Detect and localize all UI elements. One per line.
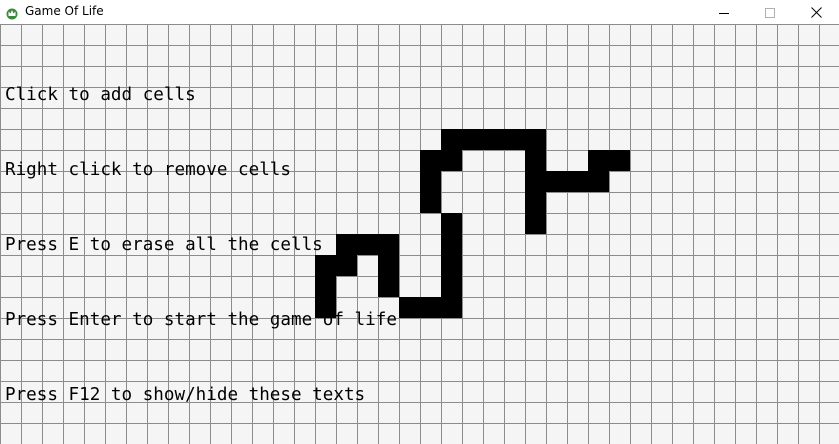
minimize-button[interactable] [701, 0, 747, 24]
crown-icon [5, 5, 19, 20]
close-icon [810, 3, 822, 22]
live-cell[interactable] [441, 255, 462, 276]
help-line-erase: Press E to erase all the cells [5, 235, 323, 255]
game-grid[interactable]: Click to add cells Right click to remove… [0, 24, 839, 444]
live-cell[interactable] [420, 171, 441, 192]
live-cell[interactable] [546, 171, 567, 192]
live-cell[interactable] [525, 213, 546, 234]
live-cell[interactable] [525, 150, 546, 171]
live-cell[interactable] [525, 192, 546, 213]
live-cell[interactable] [567, 171, 588, 192]
help-text: Click to add cells Right click to remove… [5, 33, 397, 444]
live-cell[interactable] [441, 297, 462, 318]
close-button[interactable] [793, 0, 839, 24]
live-cell[interactable] [441, 234, 462, 255]
live-cell[interactable] [420, 150, 441, 171]
minimize-icon [719, 3, 729, 22]
maximize-icon [765, 3, 775, 22]
live-cell[interactable] [441, 129, 462, 150]
live-cell[interactable] [525, 171, 546, 192]
help-line-add: Click to add cells [5, 85, 196, 105]
title-bar[interactable]: Game Of Life [0, 0, 839, 24]
live-cell[interactable] [441, 276, 462, 297]
live-cell[interactable] [588, 150, 609, 171]
live-cell[interactable] [504, 129, 525, 150]
live-cell[interactable] [462, 129, 483, 150]
live-cell[interactable] [441, 213, 462, 234]
help-line-start: Press Enter to start the game of life [5, 310, 397, 330]
help-line-toggle: Press F12 to show/hide these texts [5, 385, 366, 405]
live-cell[interactable] [588, 171, 609, 192]
live-cell[interactable] [399, 297, 420, 318]
maximize-button[interactable] [747, 0, 793, 24]
live-cell[interactable] [483, 129, 504, 150]
live-cell[interactable] [525, 129, 546, 150]
live-cell[interactable] [420, 297, 441, 318]
live-cell[interactable] [609, 150, 630, 171]
live-cell[interactable] [420, 192, 441, 213]
live-cell[interactable] [441, 150, 462, 171]
help-line-remove: Right click to remove cells [5, 160, 291, 180]
window-title: Game Of Life [25, 4, 104, 18]
